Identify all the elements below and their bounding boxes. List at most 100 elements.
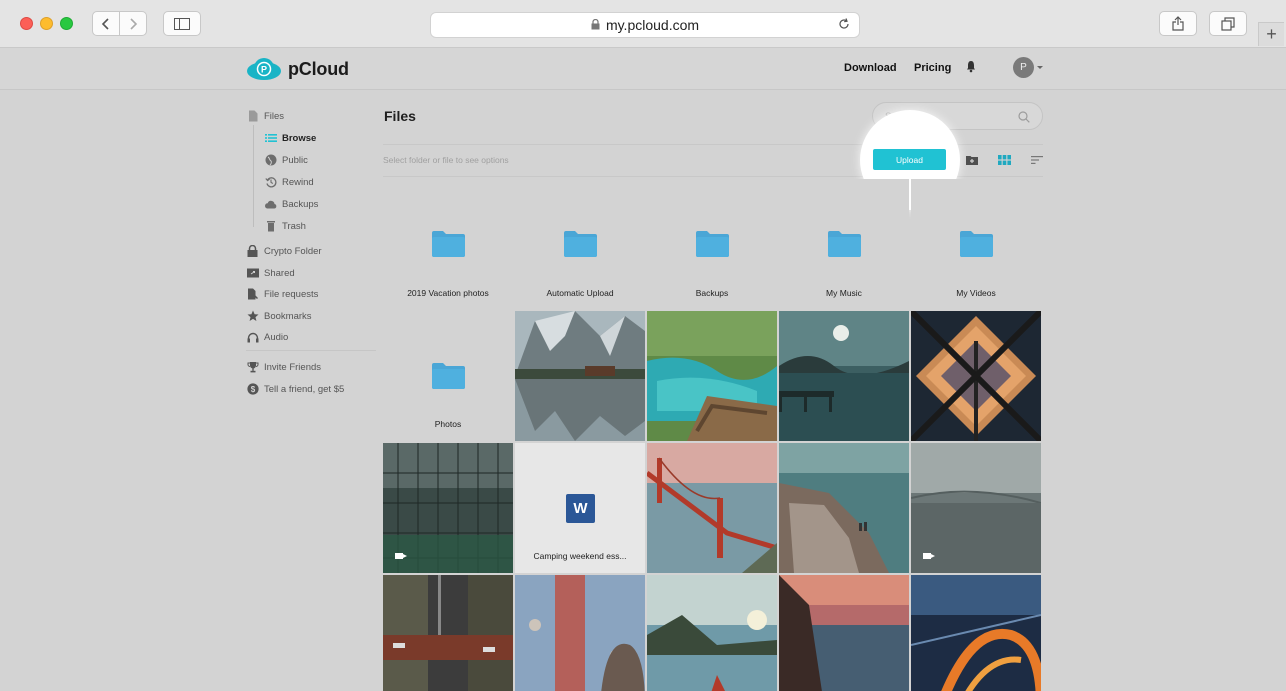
sidebar-divider [246,350,376,351]
photo-thumbnail[interactable] [911,575,1041,691]
chevron-left-icon [101,17,109,30]
new-tab-button[interactable]: + [1258,22,1284,46]
photo-thumbnail[interactable] [779,575,909,691]
page: P pCloud Download Pricing P Files Browse… [0,48,1286,691]
svg-text:P: P [261,65,267,75]
pricing-link[interactable]: Pricing [914,62,951,74]
download-link[interactable]: Download [844,62,897,74]
sidebar-item-invite-friends[interactable]: Invite Friends [246,359,321,375]
shared-folder-icon [246,267,259,280]
tree-line [253,125,254,227]
photo-thumbnail[interactable] [647,443,777,573]
folder-icon [564,231,597,257]
lock-icon [246,245,259,258]
file-icon [246,110,259,123]
rewind-icon [264,176,277,189]
sidebar-item-label: File requests [264,288,319,300]
share-icon [1172,16,1184,31]
photo-thumbnail[interactable] [647,575,777,691]
minimize-window-button[interactable] [40,17,53,30]
photo-thumbnail[interactable] [911,311,1041,441]
sidebar-item-label: Backups [282,198,319,210]
sidebar-item-label: Bookmarks [264,310,312,322]
sidebar-item-label: Shared [264,267,295,279]
folder-name: Photos [434,419,462,429]
photo-thumbnail[interactable] [779,311,909,441]
selection-hint: Select folder or file to see options [383,155,509,165]
file-grid: 2019 Vacation photos Automatic Upload Ba… [383,179,1043,691]
folder-item[interactable]: Backups [647,179,777,309]
photo-thumbnail[interactable] [515,311,645,441]
trophy-icon [246,361,259,374]
folder-item[interactable]: 2019 Vacation photos [383,179,513,309]
folder-icon [696,231,729,257]
photo-thumbnail[interactable] [779,443,909,573]
sidebar-icon [174,17,190,30]
photo-thumbnail[interactable] [515,575,645,691]
sidebar-item-bookmarks[interactable]: Bookmarks [246,308,312,324]
headphones-icon [246,331,259,344]
bell-icon[interactable] [966,60,976,78]
avatar[interactable]: P [1013,57,1034,78]
forward-button[interactable] [119,11,147,36]
sidebar-item-label: Invite Friends [264,361,322,373]
folder-item[interactable]: Photos [383,311,513,441]
photo-thumbnail[interactable] [383,575,513,691]
sidebar-item-rewind[interactable]: Rewind [264,174,314,190]
folder-item[interactable]: Automatic Upload [515,179,645,309]
reload-icon[interactable] [837,17,851,34]
sidebar-item-file-requests[interactable]: File requests [246,286,318,302]
lock-icon [591,17,600,33]
sidebar-toggle-button[interactable] [163,11,201,36]
sidebar-item-backups[interactable]: Backups [264,196,318,212]
sidebar-item-label: Crypto Folder [264,245,322,257]
brand-name: pCloud [288,58,349,79]
chevron-down-icon[interactable] [1037,66,1043,69]
url-text: my.pcloud.com [605,17,700,33]
sidebar-item-trash[interactable]: Trash [264,218,306,234]
sidebar-item-tell-a-friend[interactable]: $ Tell a friend, get $5 [246,381,344,397]
document-name: Camping weekend ess... [533,551,627,561]
file-request-icon [246,288,259,301]
folder-item[interactable]: My Videos [911,179,1041,309]
back-button[interactable] [92,11,120,36]
fullscreen-window-button[interactable] [60,17,73,30]
svg-text:$: $ [250,385,255,394]
photo-thumbnail[interactable] [647,311,777,441]
sort-icon[interactable] [1031,152,1043,170]
folder-name: My Videos [956,288,996,298]
sidebar-item-label: Rewind [282,176,314,188]
search-icon[interactable] [1018,110,1030,128]
tab-overview-button[interactable] [1209,11,1247,36]
globe-icon [264,154,277,167]
folder-name: Backups [695,288,729,298]
tabs-icon [1221,16,1235,31]
video-thumbnail[interactable] [383,443,513,573]
sidebar-item-public[interactable]: Public [264,152,308,168]
page-title: Files [384,108,416,124]
list-icon [264,132,277,145]
video-thumbnail[interactable] [911,443,1041,573]
pcloud-logo[interactable]: P pCloud [246,57,349,81]
sidebar-item-crypto-folder[interactable]: Crypto Folder [246,243,322,259]
document-item[interactable]: W Camping weekend ess... [515,443,645,573]
grid-view-icon[interactable] [998,152,1011,170]
chevron-right-icon [130,17,138,30]
upload-button[interactable]: Upload [873,149,946,170]
browser-toolbar: my.pcloud.com + [0,0,1286,48]
sidebar-item-label: Audio [264,331,289,343]
new-folder-icon[interactable] [966,152,978,170]
share-button[interactable] [1159,11,1197,36]
sidebar-item-files[interactable]: Files [246,108,284,124]
close-window-button[interactable] [20,17,33,30]
address-bar[interactable]: my.pcloud.com [430,12,860,38]
sidebar-item-audio[interactable]: Audio [246,329,288,345]
folder-icon [432,231,465,257]
star-icon [246,310,259,323]
folder-item[interactable]: My Music [779,179,909,309]
sidebar-item-browse[interactable]: Browse [264,130,316,146]
sidebar-item-shared[interactable]: Shared [246,265,295,281]
sidebar-item-label: Trash [282,220,306,232]
trash-icon [264,220,277,233]
folder-icon [828,231,861,257]
